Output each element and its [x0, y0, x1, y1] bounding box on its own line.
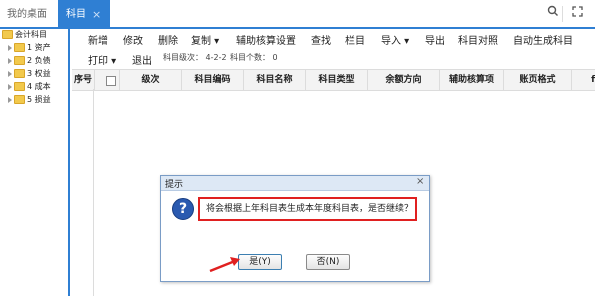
- find-button[interactable]: 查找: [311, 32, 331, 47]
- splitter[interactable]: [68, 29, 70, 296]
- edit-button[interactable]: 修改: [123, 32, 143, 47]
- tab-my-desktop[interactable]: 我的桌面: [7, 0, 47, 27]
- add-button[interactable]: 新增: [88, 32, 108, 47]
- tree-item-label: 4 成本: [27, 82, 51, 91]
- yes-button[interactable]: 是(Y): [238, 254, 282, 270]
- folder-icon: [14, 43, 25, 52]
- no-button[interactable]: 否(N): [306, 254, 350, 270]
- expand-icon[interactable]: [8, 57, 12, 64]
- level-info: 科目级次： 4-2-2: [163, 53, 227, 62]
- col-level: 级次: [120, 70, 182, 90]
- col-name: 科目名称: [244, 70, 306, 90]
- account-mapping-button[interactable]: 科目对照: [458, 32, 498, 47]
- tree-item-assets[interactable]: 1 资产: [8, 42, 51, 54]
- tree-item-label: 1 资产: [27, 43, 51, 52]
- folder-icon: [14, 82, 25, 91]
- tree-root-label: 会计科目: [15, 30, 47, 39]
- tree-item-cost[interactable]: 4 成本: [8, 81, 51, 93]
- toolbar: 新增 修改 删除 复制 ▾ 辅助核算设置 查找 栏目 导入 ▾ 导出 科目对照 …: [70, 29, 595, 47]
- tab-close-icon[interactable]: ×: [92, 0, 101, 29]
- expand-icon[interactable]: [8, 44, 12, 51]
- search-icon[interactable]: [544, 4, 562, 22]
- copy-dropdown[interactable]: 复制 ▾: [191, 32, 219, 47]
- col-code: 科目编码: [182, 70, 244, 90]
- tree-item-equity[interactable]: 3 权益: [8, 68, 51, 80]
- col-more: f: [591, 75, 595, 85]
- divider: [562, 6, 563, 22]
- dialog-titlebar[interactable]: 提示 ×: [161, 176, 429, 191]
- print-dropdown[interactable]: 打印 ▾: [88, 52, 116, 67]
- delete-button[interactable]: 删除: [158, 32, 178, 47]
- tab-accounts-label: 科目: [66, 9, 86, 20]
- import-dropdown[interactable]: 导入 ▾: [381, 32, 409, 47]
- folder-icon: [2, 30, 13, 39]
- col-index: 序号: [72, 70, 95, 90]
- col-balance-direction: 余额方向: [368, 70, 440, 90]
- tree-item-label: 5 损益: [27, 95, 51, 104]
- tree-item-label: 3 权益: [27, 69, 51, 78]
- account-tree: 会计科目 1 资产 2 负债 3 权益 4 成本 5 损益: [0, 29, 68, 296]
- col-page-format: 账页格式: [504, 70, 572, 90]
- tree-item-liabilities[interactable]: 2 负债: [8, 55, 51, 67]
- tree-root[interactable]: 会计科目: [2, 29, 47, 41]
- dialog-title: 提示: [165, 180, 184, 190]
- count-info: 科目个数： 0: [230, 53, 278, 62]
- col-auxiliary: 辅助核算项: [440, 70, 504, 90]
- columns-button[interactable]: 栏目: [345, 32, 365, 47]
- select-all-checkbox[interactable]: [106, 76, 116, 86]
- folder-icon: [14, 69, 25, 78]
- tree-item-profit-loss[interactable]: 5 损益: [8, 94, 51, 106]
- toolbar-secondary: 打印 ▾ 退出 科目级次： 4-2-2 科目个数： 0: [70, 50, 595, 67]
- tree-item-label: 2 负债: [27, 56, 51, 65]
- annotation-arrow-icon: [209, 257, 240, 273]
- tab-accounts[interactable]: 科目 ×: [58, 0, 110, 27]
- close-icon[interactable]: ×: [416, 176, 424, 187]
- confirm-dialog: 提示 × ? 将会根据上年科目表生成本年度科目表，是否继续？ 是(Y) 否(N): [160, 175, 430, 282]
- fullscreen-icon[interactable]: [568, 4, 586, 22]
- question-icon: ?: [172, 198, 194, 220]
- col-type: 科目类型: [306, 70, 368, 90]
- tab-bar: 我的桌面 科目 ×: [0, 0, 595, 29]
- auto-generate-button[interactable]: 自动生成科目: [513, 32, 573, 47]
- folder-icon: [14, 95, 25, 104]
- folder-icon: [14, 56, 25, 65]
- export-button[interactable]: 导出: [425, 32, 445, 47]
- expand-icon[interactable]: [8, 70, 12, 77]
- grid-header: 序号 级次 科目编码 科目名称 科目类型 余额方向 辅助核算项 账页格式 f: [72, 69, 595, 91]
- dialog-message: 将会根据上年科目表生成本年度科目表，是否继续？: [198, 197, 417, 221]
- exit-button[interactable]: 退出: [132, 52, 152, 67]
- auxiliary-setup-button[interactable]: 辅助核算设置: [236, 32, 296, 47]
- expand-icon[interactable]: [8, 83, 12, 90]
- expand-icon[interactable]: [8, 96, 12, 103]
